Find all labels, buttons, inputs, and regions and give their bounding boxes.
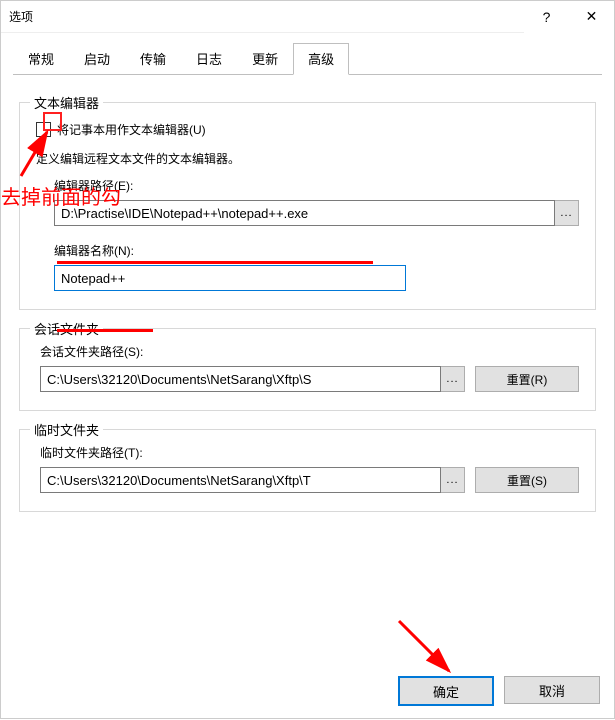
tab-advanced[interactable]: 高级 — [293, 43, 349, 75]
options-dialog: 选项 ? ✕ 常规 启动 传输 日志 更新 高级 文本编辑器 将记事本用作文本编… — [0, 0, 615, 719]
annotation-arrow-to-ok — [1, 1, 615, 720]
